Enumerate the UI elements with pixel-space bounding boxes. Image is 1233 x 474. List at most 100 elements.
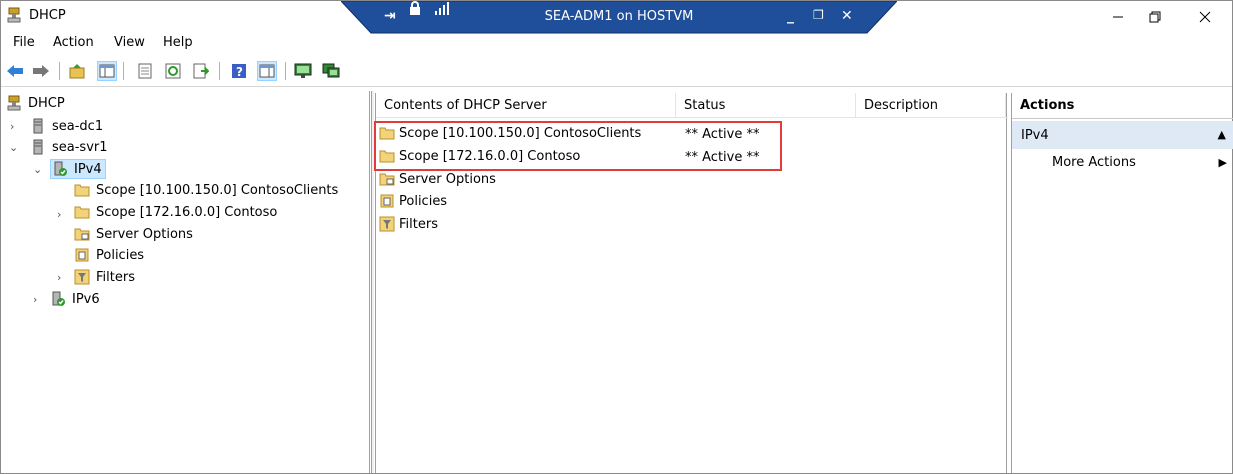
tree-label: IPv4 <box>74 161 102 177</box>
minimize-icon <box>1113 16 1123 17</box>
actions-section-label: IPv4 <box>1021 128 1049 143</box>
dhcp-app-icon <box>7 7 21 23</box>
toolbar-separator <box>219 62 220 80</box>
tree-policies[interactable]: Policies <box>74 245 144 265</box>
server-options-icon <box>379 173 395 186</box>
folder-icon <box>74 184 90 197</box>
server-icon <box>33 118 43 134</box>
tree-server-sea-dc1[interactable]: sea-dc1 <box>30 116 103 136</box>
dhcp-icon <box>7 95 21 111</box>
export-icon <box>193 63 209 79</box>
tree-label: Server Options <box>96 226 193 242</box>
tree-label: sea-svr1 <box>52 139 108 155</box>
tree-server-sea-svr1[interactable]: sea-svr1 <box>30 137 108 157</box>
help-button[interactable]: ? <box>229 61 249 81</box>
menu-action[interactable]: Action <box>53 35 94 50</box>
folder-icon <box>74 206 90 219</box>
server-icon <box>33 139 43 155</box>
tree-label: Policies <box>96 247 145 263</box>
highlight-box <box>374 121 782 171</box>
menu-help[interactable]: Help <box>163 35 193 50</box>
export-list-button[interactable] <box>191 61 211 81</box>
expand-chevron-icon[interactable]: › <box>57 208 67 221</box>
actions-header: Actions <box>1012 93 1233 119</box>
tree-label: Scope [172.16.0.0] Contoso <box>96 204 278 220</box>
multi-monitor-icon <box>322 63 340 78</box>
expand-chevron-icon[interactable]: › <box>33 293 43 306</box>
ipv6-server-icon <box>52 291 65 306</box>
refresh-icon <box>165 63 181 79</box>
forward-arrow-icon <box>33 65 49 77</box>
tree-label: Scope [10.100.150.0] ContosoClients <box>96 182 339 198</box>
tree-label: IPv6 <box>72 291 100 307</box>
ipv4-server-icon <box>54 161 67 176</box>
back-button[interactable] <box>5 61 25 81</box>
folder-up-icon <box>69 64 85 79</box>
row-name: Server Options <box>399 171 496 187</box>
tree-label: sea-dc1 <box>52 118 104 134</box>
window-title: DHCP <box>29 8 66 23</box>
collapse-triangle-icon[interactable]: ▲ <box>1218 128 1226 141</box>
collapse-chevron-icon[interactable]: ⌄ <box>9 141 19 154</box>
properties-button[interactable] <box>135 61 155 81</box>
up-one-level-button[interactable] <box>67 61 87 81</box>
filter-icon <box>379 216 395 232</box>
expand-chevron-icon[interactable]: › <box>57 271 67 284</box>
tree-scope-contoso[interactable]: Scope [172.16.0.0] Contoso <box>74 202 277 222</box>
display-statistics-button[interactable] <box>293 61 313 81</box>
close-button[interactable] <box>1182 1 1228 32</box>
rd-close-icon[interactable]: ✕ <box>841 8 853 24</box>
menu-bar: File Action View Help <box>1 32 1232 54</box>
toolbar-separator <box>285 62 286 80</box>
list-row-server-options[interactable]: Server Options <box>379 169 999 191</box>
tree-label: DHCP <box>28 95 65 111</box>
toolbar: ? <box>1 57 1232 87</box>
refresh-button[interactable] <box>163 61 183 81</box>
column-header-description[interactable]: Description <box>856 93 1006 118</box>
tree-root-dhcp[interactable]: DHCP <box>6 93 65 113</box>
help-icon: ? <box>232 64 246 79</box>
menu-file[interactable]: File <box>13 35 35 50</box>
remote-connection-bar: ⇥ SEA-ADM1 on HOSTVM _ ❐ ✕ <box>341 1 897 34</box>
actions-section-ipv4[interactable]: IPv4 ▲ <box>1012 121 1233 149</box>
server-options-icon <box>74 228 90 241</box>
column-header-contents[interactable]: Contents of DHCP Server <box>376 93 676 118</box>
collapse-chevron-icon[interactable]: ⌄ <box>33 163 43 176</box>
properties-icon <box>138 63 152 79</box>
rd-restore-icon[interactable]: ❐ <box>813 8 824 22</box>
tree-label: Filters <box>96 269 135 285</box>
column-header-status[interactable]: Status <box>676 93 856 118</box>
svg-text:?: ? <box>236 65 243 79</box>
tree-scope-contosoclients[interactable]: Scope [10.100.150.0] ContosoClients <box>74 180 338 200</box>
rd-minimize-icon[interactable]: _ <box>787 8 794 24</box>
actions-pane: Actions IPv4 ▲ More Actions ▶ <box>1011 93 1233 473</box>
authorize-server-button[interactable] <box>321 61 341 81</box>
list-row-filters[interactable]: Filters <box>379 214 999 236</box>
dhcp-window: DHCP ⇥ SEA-ADM1 on HOSTVM _ ❐ ✕ File Act… <box>0 0 1233 474</box>
close-icon <box>1199 11 1211 22</box>
policies-icon <box>75 248 89 262</box>
console-tree-icon <box>99 64 115 78</box>
submenu-arrow-icon[interactable]: ▶ <box>1219 156 1227 169</box>
show-hide-console-tree-button[interactable] <box>97 61 117 81</box>
tree-server-options[interactable]: Server Options <box>74 224 193 244</box>
policies-icon <box>380 194 394 208</box>
list-row-policies[interactable]: Policies <box>379 191 999 213</box>
toolbar-separator <box>59 62 60 80</box>
tree-ipv4[interactable]: IPv4 <box>50 159 106 179</box>
action-pane-icon <box>259 64 275 78</box>
expand-chevron-icon[interactable]: › <box>10 120 20 133</box>
tree-filters[interactable]: Filters <box>74 267 135 287</box>
restore-icon <box>1149 11 1161 22</box>
list-header: Contents of DHCP Server Status Descripti… <box>376 93 1008 118</box>
restore-button[interactable] <box>1132 1 1178 32</box>
row-name: Policies <box>399 193 448 209</box>
row-name: Filters <box>399 216 438 232</box>
show-hide-action-pane-button[interactable] <box>257 61 277 81</box>
back-arrow-icon <box>7 65 23 77</box>
forward-button[interactable] <box>31 61 51 81</box>
menu-view[interactable]: View <box>114 35 145 50</box>
toolbar-separator <box>123 62 124 80</box>
tree-ipv6[interactable]: IPv6 <box>50 289 100 309</box>
more-actions-link[interactable]: More Actions <box>1052 155 1136 170</box>
